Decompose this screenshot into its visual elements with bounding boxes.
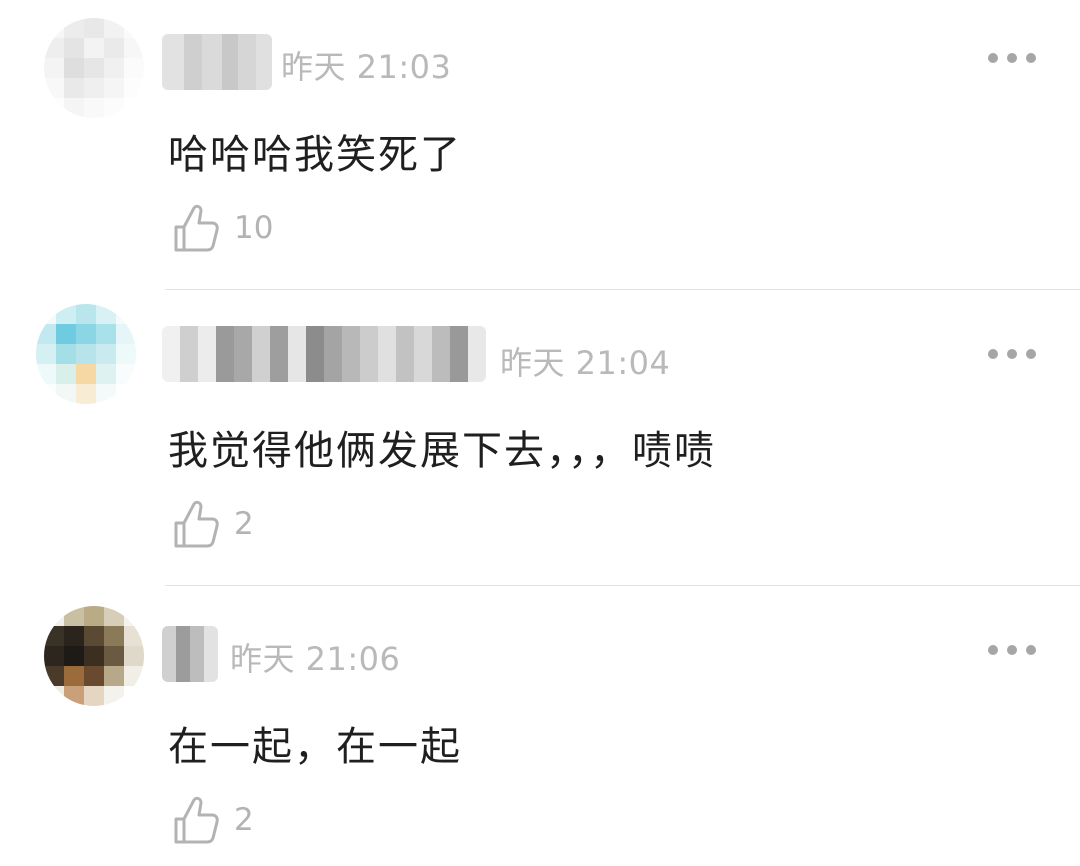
more-dot — [1007, 349, 1017, 359]
more-options-button[interactable] — [988, 640, 1036, 660]
comment-text: 在一起，在一起 — [168, 724, 462, 770]
avatar[interactable] — [44, 606, 144, 706]
username-blurred[interactable] — [162, 626, 218, 682]
more-dot — [1026, 349, 1036, 359]
avatar-pixelated-image — [36, 304, 136, 404]
comment-timestamp: 昨天 21:06 — [230, 640, 401, 678]
thumbs-up-outline-icon — [174, 500, 219, 548]
comment-timestamp: 昨天 21:03 — [281, 48, 452, 86]
like-count: 2 — [234, 802, 254, 838]
more-options-button[interactable] — [988, 344, 1036, 364]
more-dot — [1007, 53, 1017, 63]
like-count: 10 — [234, 210, 274, 246]
more-horizontal-icon — [988, 53, 998, 63]
avatar[interactable] — [36, 304, 136, 404]
avatar-pixelated-image — [44, 606, 144, 706]
comment-item: 昨天 21:06 在一起，在一起 2 — [0, 586, 1080, 866]
more-options-button[interactable] — [988, 48, 1036, 68]
avatar[interactable] — [44, 18, 144, 118]
like-button[interactable]: 10 — [172, 202, 273, 254]
avatar-pixelated-image — [44, 18, 144, 118]
more-dot — [1007, 645, 1017, 655]
more-dot — [1026, 53, 1036, 63]
comment-text: 我觉得他俩发展下去，，，啧啧 — [168, 428, 716, 474]
more-horizontal-icon — [988, 349, 998, 359]
comment-item: 昨天 21:03 哈哈哈我笑死了 10 — [0, 0, 1080, 290]
comment-item: 昨天 21:04 我觉得他俩发展下去，，，啧啧 2 — [0, 290, 1080, 586]
comment-feed: 昨天 21:03 哈哈哈我笑死了 10 昨天 21:04 我觉得他俩发展下去，，… — [0, 0, 1080, 866]
thumbs-up-outline-icon — [174, 204, 219, 252]
comment-text: 哈哈哈我笑死了 — [168, 132, 462, 178]
like-button[interactable]: 2 — [172, 794, 254, 846]
username-blurred[interactable] — [162, 34, 272, 90]
comment-timestamp: 昨天 21:04 — [500, 344, 671, 382]
more-horizontal-icon — [988, 645, 998, 655]
thumbs-up-outline-icon — [174, 796, 219, 844]
more-dot — [1026, 645, 1036, 655]
username-blurred[interactable] — [162, 326, 486, 382]
like-button[interactable]: 2 — [172, 498, 254, 550]
like-count: 2 — [234, 506, 254, 542]
